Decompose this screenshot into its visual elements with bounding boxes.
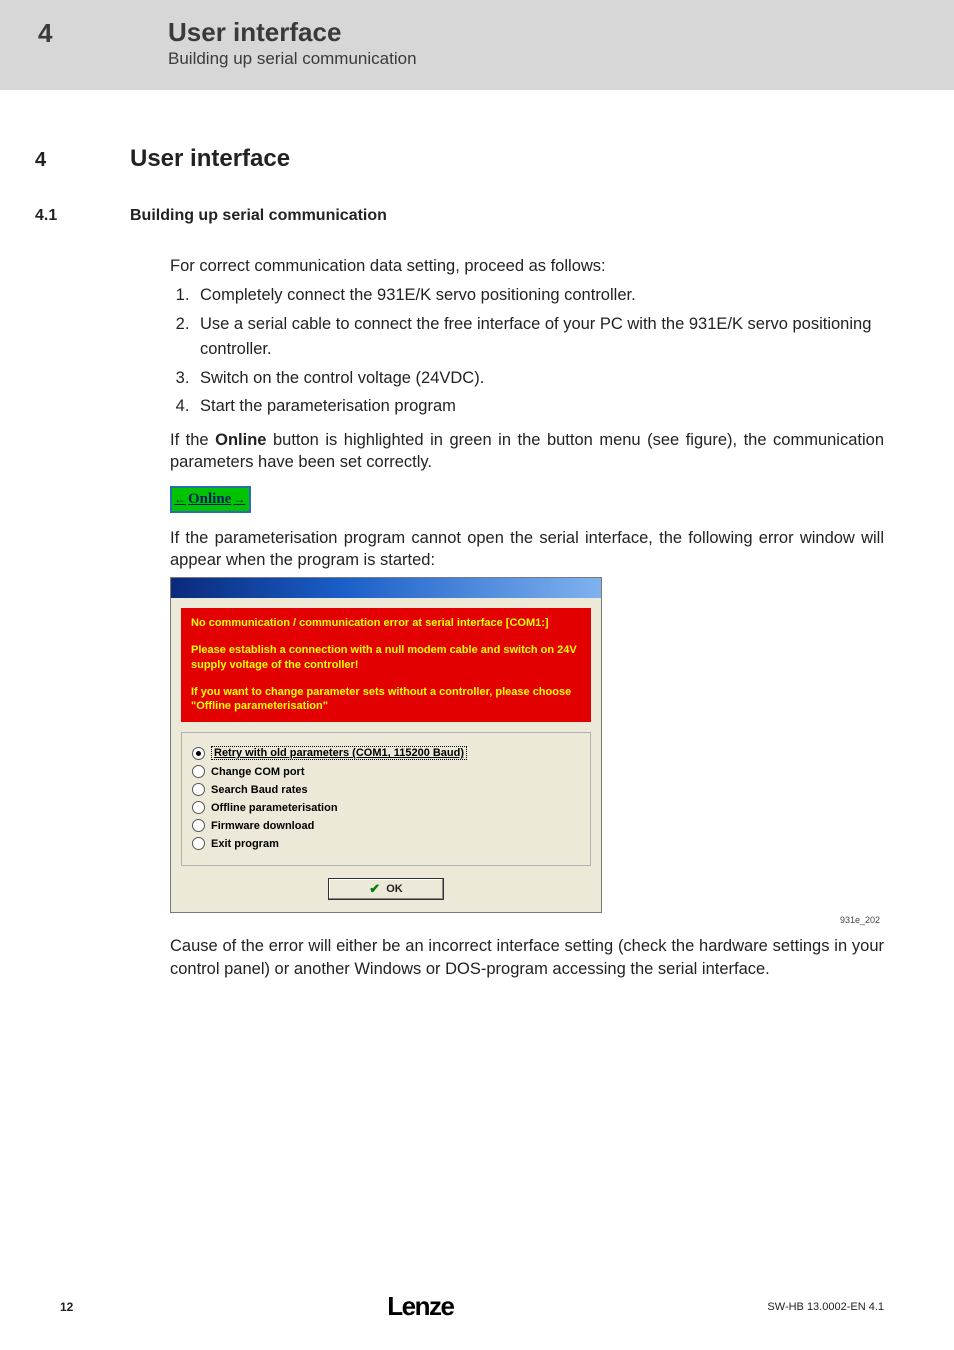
- arrow-left-icon: ←: [174, 492, 186, 507]
- figure-reference: 931e_202: [170, 915, 880, 925]
- step-item: Switch on the control voltage (24VDC).: [194, 366, 884, 391]
- step-item: Completely connect the 931E/K servo posi…: [194, 283, 884, 308]
- dialog-option[interactable]: Exit program: [192, 837, 580, 850]
- page-header: 4 User interface Building up serial comm…: [0, 0, 954, 90]
- text-fragment: If the: [170, 431, 215, 449]
- dialog-option[interactable]: Change COM port: [192, 765, 580, 778]
- dialog-titlebar: [171, 578, 601, 598]
- header-title: User interface: [168, 18, 417, 47]
- step-item: Start the parameterisation program: [194, 394, 884, 419]
- dialog-ok-row: ✔ OK: [171, 878, 601, 912]
- subsection-number: 4.1: [35, 207, 130, 225]
- dialog-option-label: Change COM port: [211, 766, 305, 778]
- radio-icon: [192, 819, 205, 832]
- document-id: SW-HB 13.0002-EN 4.1: [767, 1301, 884, 1313]
- radio-icon: [192, 765, 205, 778]
- online-button-graphic: ← Online →: [170, 486, 251, 513]
- dialog-ok-label: OK: [386, 883, 403, 895]
- dialog-option[interactable]: Retry with old parameters (COM1, 115200 …: [192, 746, 580, 760]
- dialog-option[interactable]: Firmware download: [192, 819, 580, 832]
- dialog-options-group: Retry with old parameters (COM1, 115200 …: [181, 732, 591, 866]
- body-block: For correct communication data setting, …: [170, 255, 884, 980]
- section-heading-row: 4 User interface: [130, 145, 884, 173]
- dialog-option-label: Exit program: [211, 838, 279, 850]
- dialog-ok-button[interactable]: ✔ OK: [328, 878, 443, 900]
- error-paragraph: If the parameterisation program cannot o…: [170, 527, 884, 572]
- header-chapter-number: 4: [0, 18, 168, 49]
- dialog-option-label: Offline parameterisation: [211, 802, 338, 814]
- intro-paragraph: For correct communication data setting, …: [170, 255, 884, 277]
- error-dialog: No communication / communication error a…: [170, 577, 602, 913]
- dialog-error-line2: Please establish a connection with a nul…: [191, 643, 581, 673]
- dialog-error-box: No communication / communication error a…: [181, 608, 591, 722]
- dialog-error-line3: If you want to change parameter sets wit…: [191, 685, 581, 715]
- dialog-option-label: Search Baud rates: [211, 784, 308, 796]
- header-titles: User interface Building up serial commun…: [168, 18, 417, 69]
- dialog-error-line1: No communication / communication error a…: [191, 616, 581, 631]
- cause-paragraph: Cause of the error will either be an inc…: [170, 935, 884, 980]
- subsection-title: Building up serial communication: [130, 207, 387, 225]
- online-button-inner: ← Online →: [174, 491, 245, 508]
- radio-icon: [192, 783, 205, 796]
- radio-icon: [192, 837, 205, 850]
- subsection-heading-row: 4.1 Building up serial communication: [130, 207, 884, 225]
- dialog-option-label: Firmware download: [211, 820, 314, 832]
- radio-icon: [192, 747, 205, 760]
- step-item: Use a serial cable to connect the free i…: [194, 312, 884, 362]
- text-fragment: button is highlighted in green in the bu…: [170, 431, 884, 471]
- online-paragraph: If the Online button is highlighted in g…: [170, 429, 884, 474]
- dialog-option-label: Retry with old parameters (COM1, 115200 …: [211, 746, 467, 760]
- section-number: 4: [35, 149, 130, 172]
- brand-logo: Lenze: [387, 1291, 453, 1322]
- online-bold: Online: [215, 431, 266, 449]
- arrow-right-icon: →: [233, 492, 245, 507]
- online-button-label: Online: [188, 491, 231, 508]
- steps-list: Completely connect the 931E/K servo posi…: [170, 283, 884, 419]
- section-title: User interface: [130, 145, 290, 173]
- dialog-option[interactable]: Search Baud rates: [192, 783, 580, 796]
- dialog-option[interactable]: Offline parameterisation: [192, 801, 580, 814]
- content-area: 4 User interface 4.1 Building up serial …: [0, 90, 954, 980]
- page-root: 4 User interface Building up serial comm…: [0, 0, 954, 1350]
- radio-icon: [192, 801, 205, 814]
- page-number: 12: [60, 1300, 73, 1314]
- check-icon: ✔: [369, 881, 380, 897]
- page-footer: 12 Lenze SW-HB 13.0002-EN 4.1: [0, 1291, 954, 1322]
- header-subtitle: Building up serial communication: [168, 49, 417, 69]
